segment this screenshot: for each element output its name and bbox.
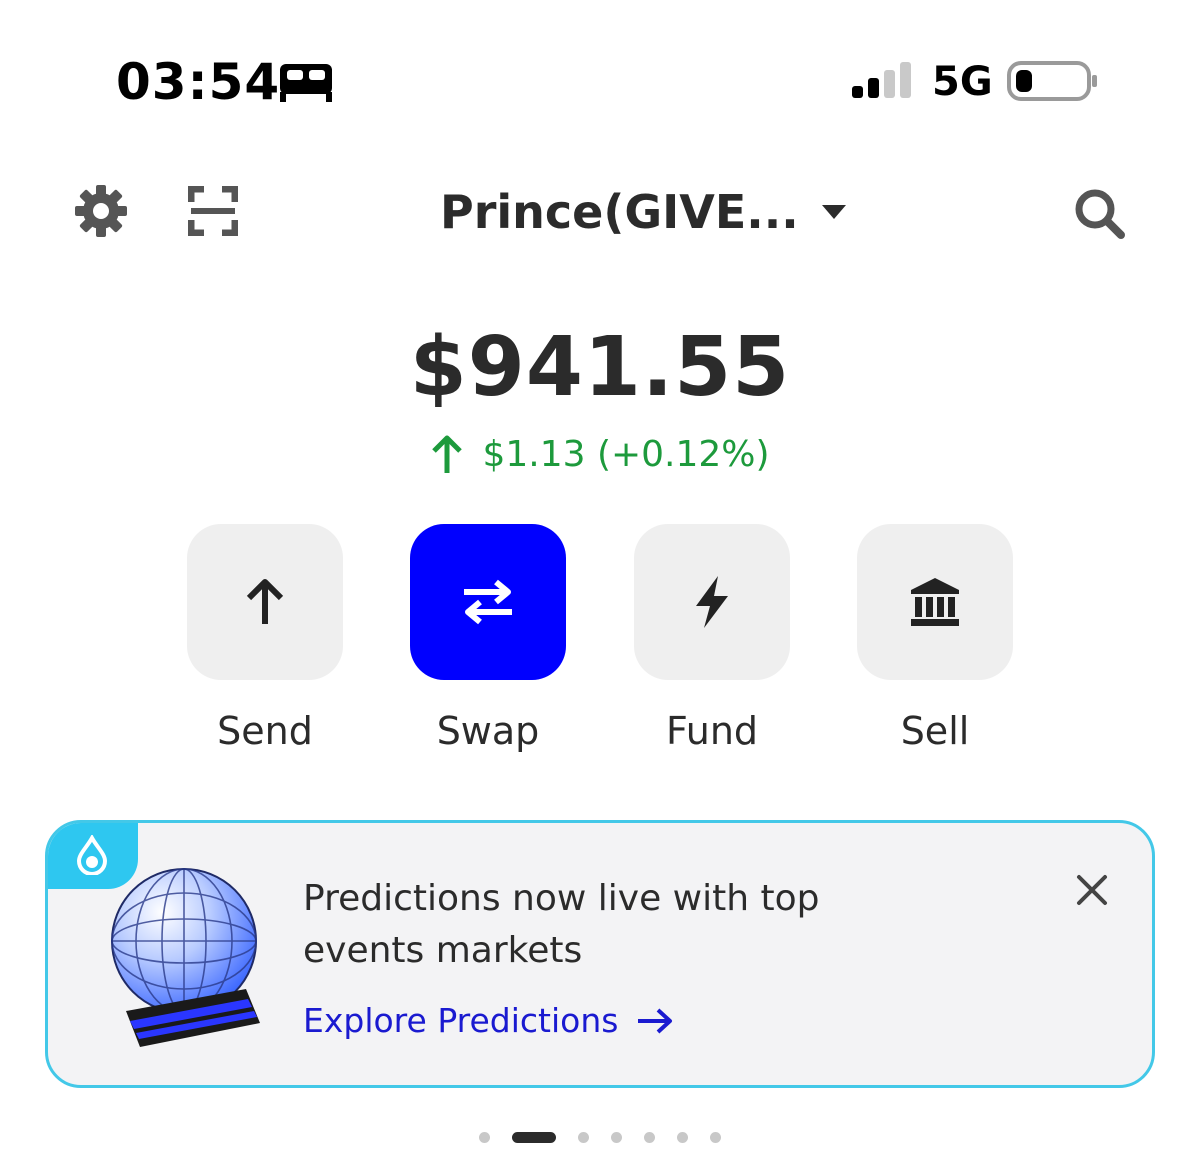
fund-button[interactable]: Fund (634, 524, 790, 756)
send-button[interactable]: Send (187, 524, 343, 756)
account-name: Prince(GIVE... (440, 185, 799, 239)
bed-icon (280, 64, 332, 102)
fund-label: Fund (665, 709, 759, 753)
send-button-tile[interactable] (187, 524, 343, 680)
search-icon[interactable] (1072, 186, 1126, 240)
page-dot[interactable] (578, 1132, 589, 1143)
close-icon[interactable] (1075, 873, 1109, 907)
page-dot[interactable] (710, 1132, 721, 1143)
balance-change-text: $1.13 (+0.12%) (482, 434, 770, 475)
signal-bars-icon (852, 62, 911, 98)
balance-amount: $941.55 (409, 320, 791, 415)
page-dot[interactable] (479, 1132, 490, 1143)
page-dot-active[interactable] (512, 1132, 556, 1143)
gear-icon[interactable] (74, 184, 128, 238)
sell-button[interactable]: Sell (857, 524, 1013, 756)
status-time: 03:54 (116, 53, 281, 111)
lightning-icon (696, 576, 728, 628)
fund-button-tile[interactable] (634, 524, 790, 680)
page-dot[interactable] (677, 1132, 688, 1143)
send-label: Send (217, 709, 313, 753)
promo-title: Predictions now live with top events mar… (303, 878, 820, 971)
balance-change: $1.13 (+0.12%) (0, 430, 1200, 480)
explore-predictions-label: Explore Predictions (303, 1001, 619, 1040)
crystal-ball-illustration (111, 868, 260, 1047)
account-selector[interactable]: Prince(GIVE... (440, 180, 847, 244)
swap-icon (464, 579, 512, 625)
page-dot[interactable] (644, 1132, 655, 1143)
sell-button-tile[interactable] (857, 524, 1013, 680)
predictions-promo-card[interactable]: Predictions now live with top events mar… (45, 820, 1155, 1088)
arrow-up-icon (432, 435, 463, 473)
arrow-right-icon (638, 1008, 673, 1034)
network-label: 5G (932, 59, 993, 105)
swap-button[interactable]: Swap (410, 524, 566, 756)
chevron-down-icon (821, 205, 846, 219)
bank-icon (911, 578, 959, 626)
scan-icon[interactable] (188, 186, 238, 236)
swap-button-tile[interactable] (410, 524, 566, 680)
sell-label: Sell (900, 709, 970, 753)
page-indicator (0, 1132, 1200, 1143)
battery-icon (1007, 61, 1097, 101)
page-dot[interactable] (611, 1132, 622, 1143)
explore-predictions-link[interactable]: Explore Predictions (303, 999, 674, 1043)
swap-label: Swap (436, 709, 540, 753)
arrow-up-icon (246, 579, 284, 624)
